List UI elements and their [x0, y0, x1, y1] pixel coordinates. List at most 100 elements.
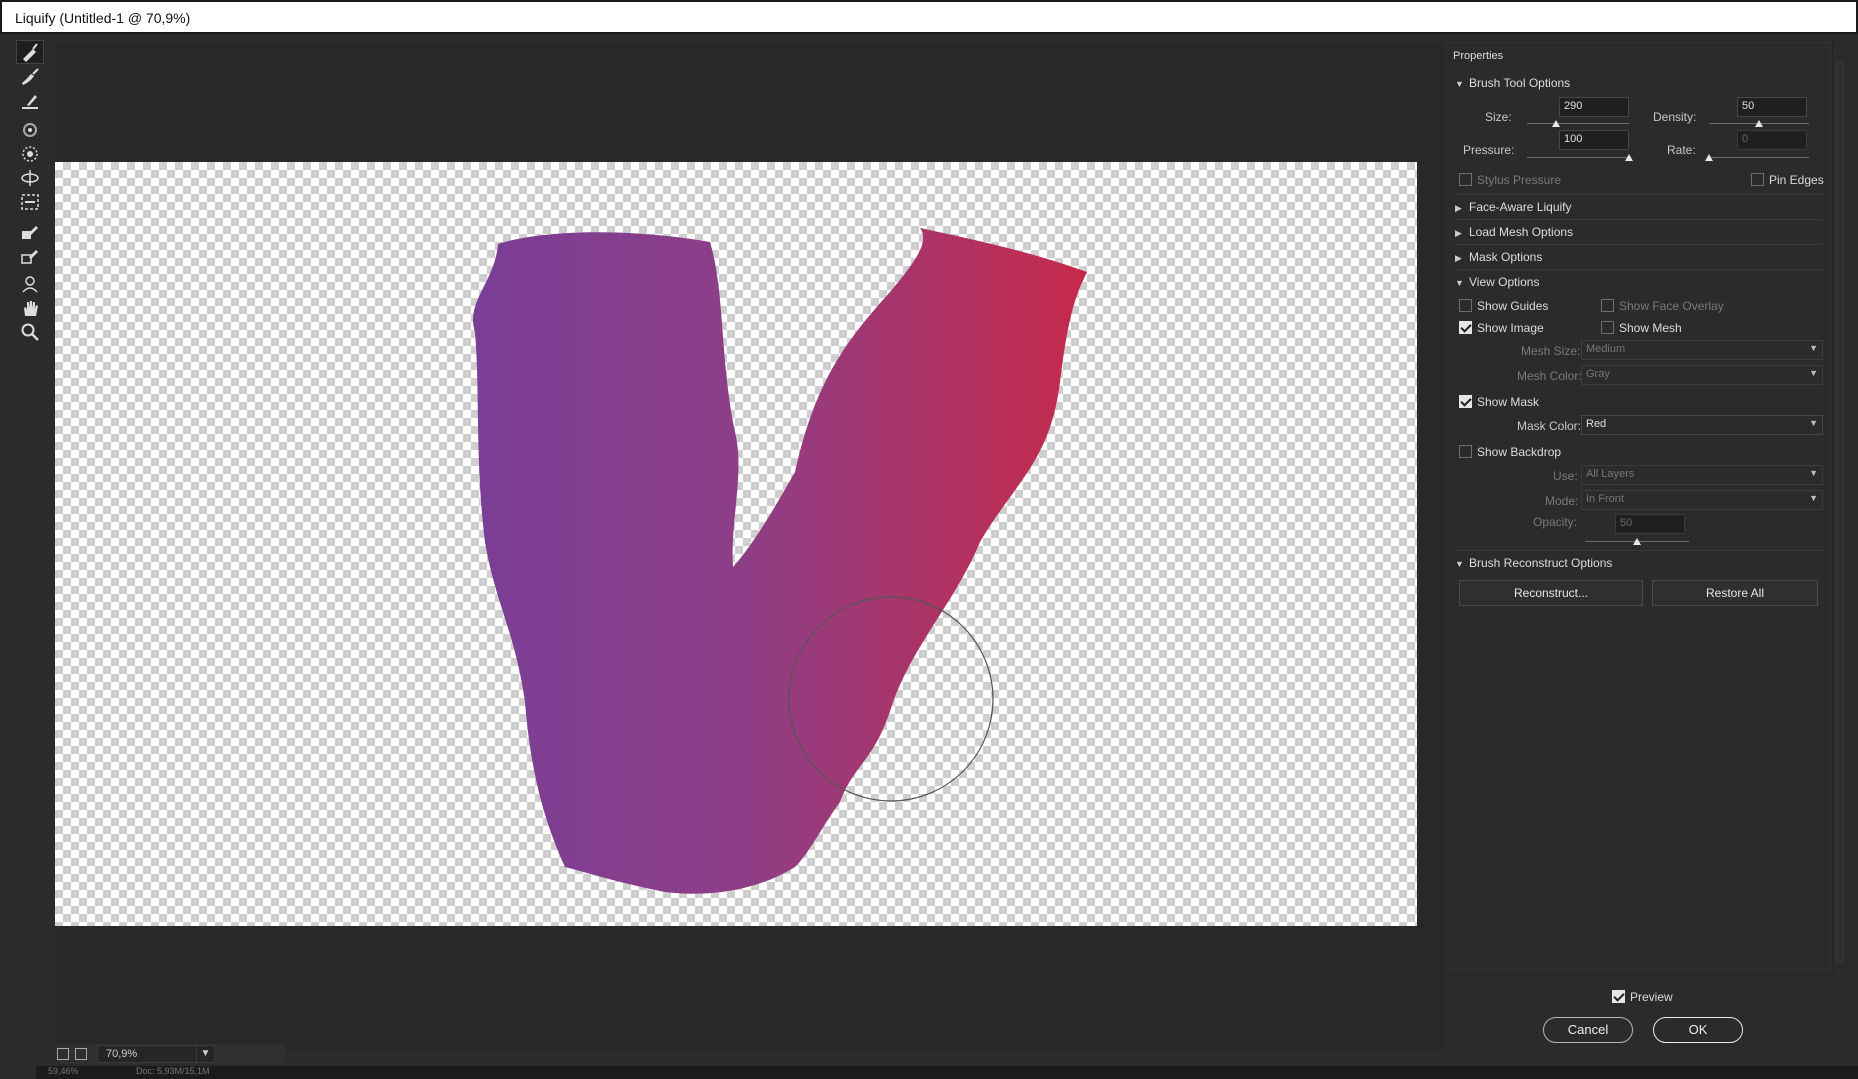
divider — [1453, 194, 1823, 195]
smooth-tool-icon[interactable] — [16, 88, 44, 112]
mode-select[interactable]: In Front ▼ — [1581, 490, 1823, 510]
rate-slider[interactable] — [1705, 154, 1809, 162]
chevron-down-icon: ▼ — [1809, 368, 1818, 378]
footer-strip: 59,46% Doc: 5,93M/15,1M — [36, 1066, 1858, 1079]
hand-tool-icon[interactable] — [16, 296, 44, 320]
use-label: Use: — [1553, 469, 1578, 483]
stylus-pressure-label: Stylus Pressure — [1477, 173, 1562, 187]
show-backdrop-label: Show Backdrop — [1477, 445, 1562, 459]
expand-triangle-icon: ▶ — [1455, 203, 1462, 213]
window-titlebar: Liquify (Untitled-1 @ 70,9%) — [0, 0, 1858, 34]
properties-panel: Properties ▼ Brush Tool Options Size: 290… — [1444, 42, 1831, 972]
zoom-select[interactable]: 70,9% ▼ — [97, 1045, 215, 1063]
mask-color-label: Mask Color: — [1517, 419, 1582, 433]
density-input[interactable]: 50 — [1737, 97, 1807, 117]
pin-edges-label: Pin Edges — [1769, 173, 1824, 187]
footer-zoom: 59,46% — [48, 1066, 79, 1076]
face-tool-icon[interactable] — [16, 272, 44, 296]
load-mesh-options-header[interactable]: ▶ Load Mesh Options — [1455, 225, 1573, 239]
opacity-input[interactable]: 50 — [1615, 514, 1685, 534]
cancel-button[interactable]: Cancel — [1543, 1017, 1633, 1043]
ok-button[interactable]: OK — [1653, 1017, 1743, 1043]
zoom-out-icon[interactable] — [57, 1048, 69, 1060]
show-face-overlay-checkbox[interactable] — [1601, 299, 1614, 312]
thaw-mask-tool-icon[interactable] — [16, 244, 44, 268]
divider — [1453, 219, 1823, 220]
show-mesh-label: Show Mesh — [1619, 321, 1682, 335]
show-guides-checkbox[interactable] — [1459, 299, 1472, 312]
status-bar: 70,9% ▼ — [55, 1044, 285, 1064]
stylus-pressure-checkbox[interactable] — [1459, 173, 1472, 186]
opacity-slider[interactable] — [1585, 538, 1689, 546]
pressure-knob[interactable] — [1625, 154, 1633, 161]
show-mesh-checkbox[interactable] — [1601, 321, 1614, 334]
mesh-color-select[interactable]: Gray ▼ — [1581, 365, 1823, 385]
chevron-down-icon: ▼ — [1809, 468, 1818, 478]
size-slider[interactable] — [1527, 120, 1629, 128]
pin-edges-checkbox[interactable] — [1751, 173, 1764, 186]
opacity-knob[interactable] — [1633, 538, 1641, 545]
reconstruct-tool-icon[interactable] — [16, 64, 44, 88]
show-face-overlay-label: Show Face Overlay — [1619, 299, 1724, 313]
density-knob[interactable] — [1755, 120, 1763, 127]
size-input[interactable]: 290 — [1559, 97, 1629, 117]
expand-triangle-icon: ▶ — [1455, 228, 1462, 238]
show-mask-label: Show Mask — [1477, 395, 1540, 409]
mode-label: Mode: — [1545, 494, 1579, 508]
divider — [1453, 244, 1823, 245]
pressure-slider[interactable] — [1527, 154, 1633, 162]
rate-knob[interactable] — [1705, 154, 1713, 161]
push-left-tool-icon[interactable] — [16, 190, 44, 214]
mesh-size-select[interactable]: Medium ▼ — [1581, 340, 1823, 360]
use-select[interactable]: All Layers ▼ — [1581, 465, 1823, 485]
twirl-clockwise-tool-icon[interactable] — [16, 118, 44, 142]
panel-scrollbar[interactable] — [1832, 42, 1846, 972]
size-label: Size: — [1485, 110, 1512, 124]
brush-reconstruct-options-header[interactable]: ▼ Brush Reconstruct Options — [1455, 556, 1612, 570]
size-knob[interactable] — [1551, 120, 1560, 127]
collapse-triangle-icon: ▼ — [1455, 278, 1464, 288]
zoom-value: 70,9% — [106, 1048, 138, 1060]
footer-doc-size: Doc: 5,93M/15,1M — [136, 1066, 210, 1076]
mask-options-header[interactable]: ▶ Mask Options — [1455, 250, 1542, 264]
mask-color-select[interactable]: Red ▼ — [1581, 415, 1823, 435]
liquified-shape — [472, 228, 1087, 894]
mesh-size-label: Mesh Size: — [1521, 344, 1581, 358]
collapse-triangle-icon: ▼ — [1455, 559, 1464, 569]
divider — [1453, 269, 1823, 270]
divider — [1453, 550, 1823, 551]
tool-bar — [12, 40, 48, 1070]
chevron-down-icon: ▼ — [1809, 418, 1818, 428]
scrollbar-thumb[interactable] — [1836, 62, 1844, 962]
show-image-checkbox[interactable] — [1459, 321, 1472, 334]
brush-tool-options-header[interactable]: ▼ Brush Tool Options — [1455, 76, 1570, 90]
mesh-color-label: Mesh Color: — [1517, 369, 1582, 383]
panel-title: Properties — [1453, 50, 1504, 62]
forward-warp-tool-icon[interactable] — [16, 40, 44, 64]
show-backdrop-checkbox[interactable] — [1459, 445, 1472, 458]
view-options-header[interactable]: ▼ View Options — [1455, 275, 1539, 289]
chevron-down-icon: ▼ — [196, 1046, 214, 1062]
preview-checkbox[interactable] — [1612, 990, 1625, 1003]
restore-all-button[interactable]: Restore All — [1652, 580, 1818, 606]
bloat-tool-icon[interactable] — [16, 166, 44, 190]
image-canvas[interactable] — [55, 162, 1417, 926]
show-guides-label: Show Guides — [1477, 299, 1549, 313]
pressure-input[interactable]: 100 — [1559, 130, 1629, 150]
rate-label: Rate: — [1667, 143, 1696, 157]
collapse-triangle-icon: ▼ — [1455, 79, 1464, 89]
zoom-tool-icon[interactable] — [16, 320, 44, 344]
reconstruct-button[interactable]: Reconstruct... — [1459, 580, 1643, 606]
density-label: Density: — [1653, 110, 1697, 124]
face-aware-liquify-header[interactable]: ▶ Face-Aware Liquify — [1455, 200, 1572, 214]
freeze-mask-tool-icon[interactable] — [16, 220, 44, 244]
expand-triangle-icon: ▶ — [1455, 253, 1462, 263]
density-slider[interactable] — [1709, 120, 1809, 128]
pucker-tool-icon[interactable] — [16, 142, 44, 166]
rate-input[interactable]: 0 — [1737, 130, 1807, 150]
zoom-in-icon[interactable] — [75, 1048, 87, 1060]
show-mask-checkbox[interactable] — [1459, 395, 1472, 408]
chevron-down-icon: ▼ — [1809, 493, 1818, 503]
pressure-label: Pressure: — [1463, 143, 1515, 157]
chevron-down-icon: ▼ — [1809, 343, 1818, 353]
